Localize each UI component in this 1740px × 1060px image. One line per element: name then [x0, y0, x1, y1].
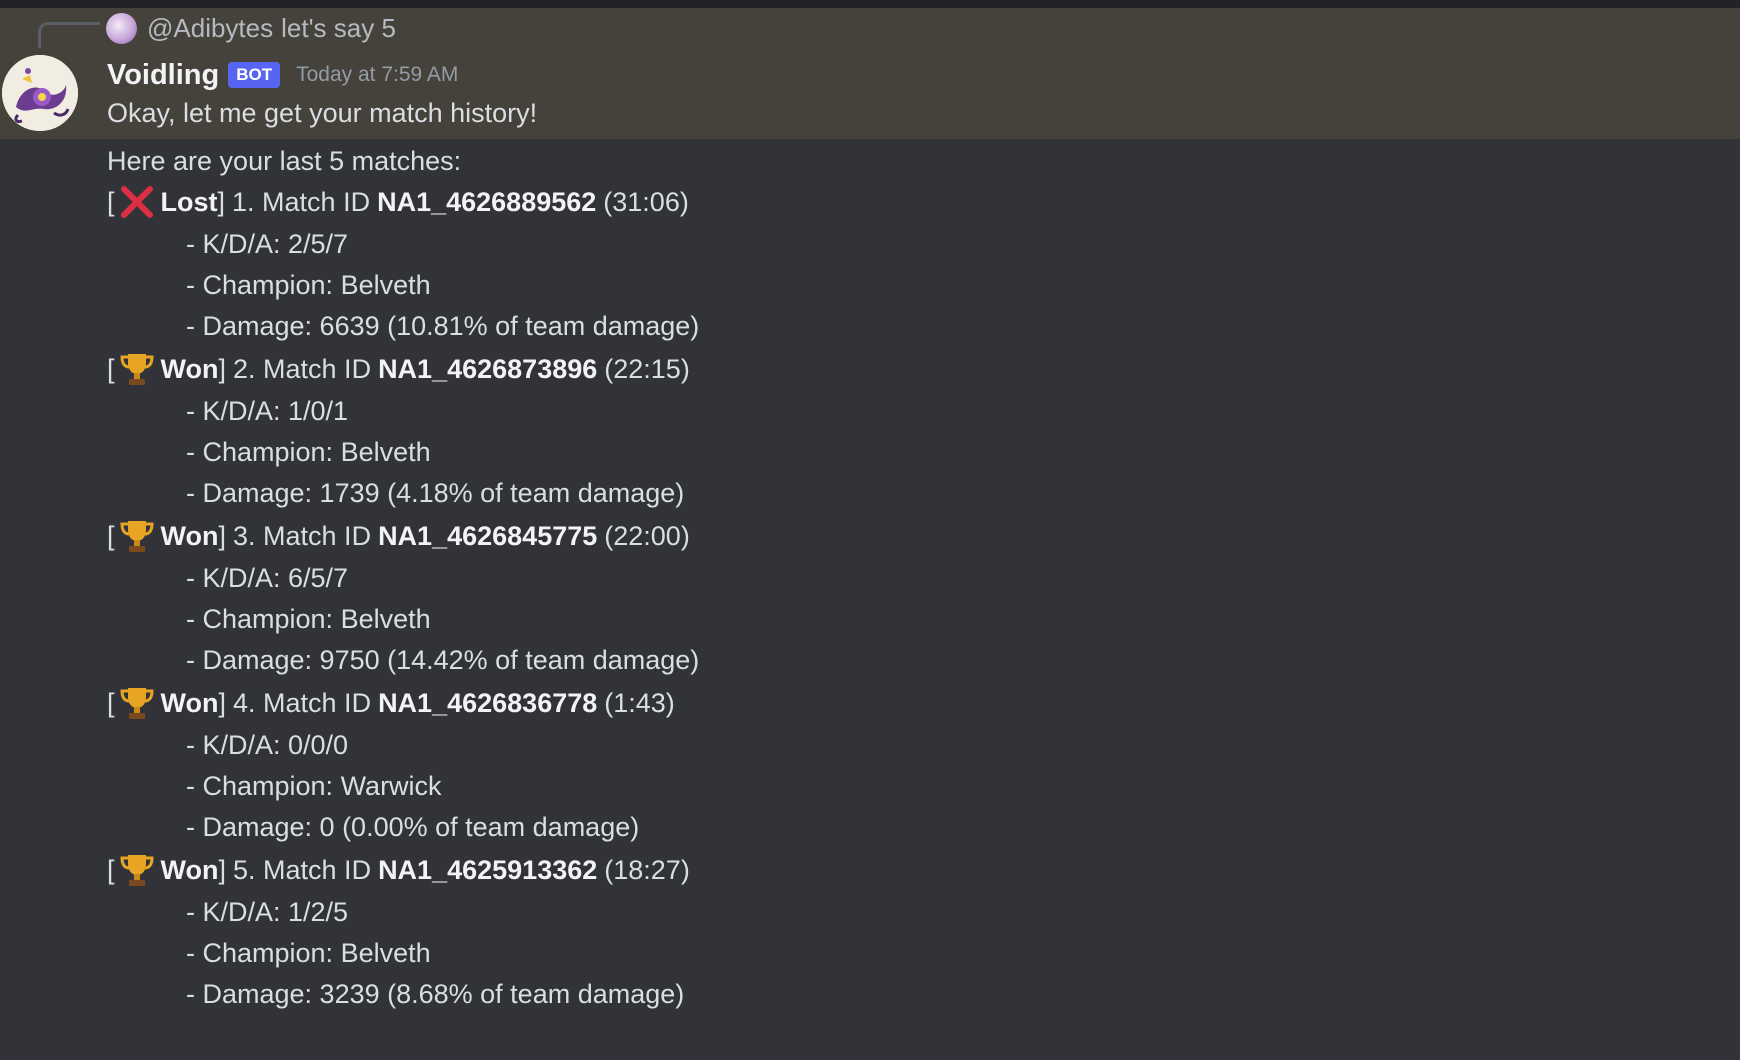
- match-item: [ Won] 3. Match ID NA1_4626845775 (22:00) - K…: [107, 514, 1707, 681]
- match-result: Won: [160, 688, 219, 718]
- match-damage: - Damage: 1739 (4.18% of team damage): [186, 478, 685, 508]
- match-duration: (31:06): [603, 187, 689, 217]
- match-duration: (22:00): [604, 521, 690, 551]
- match-id: NA1_4626836778: [378, 688, 598, 718]
- match-id: NA1_4625913362: [378, 855, 598, 885]
- match-label: 5. Match ID: [233, 855, 372, 885]
- match-result: Won: [160, 855, 219, 885]
- match-champion: - Champion: Belveth: [186, 270, 431, 300]
- match-damage: - Damage: 6639 (10.81% of team damage): [186, 311, 700, 341]
- bot-badge: BOT: [228, 62, 281, 88]
- trophy-icon[interactable]: [117, 516, 157, 556]
- match-label: 1. Match ID: [232, 187, 371, 217]
- match-duration: (22:15): [604, 354, 690, 384]
- match-result: Won: [160, 521, 219, 551]
- top-divider: [0, 0, 1740, 8]
- match-champion: - Champion: Belveth: [186, 437, 431, 467]
- trophy-icon[interactable]: [117, 683, 157, 723]
- match-header: [ Won] 4. Match ID NA1_4626836778 (1:43): [107, 681, 1707, 725]
- bracket-close: ]: [218, 521, 227, 551]
- match-kda: - K/D/A: 1/2/5: [186, 897, 349, 927]
- bracket-open: [: [107, 187, 115, 217]
- match-header: [ Won] 3. Match ID NA1_4626845775 (22:00): [107, 514, 1707, 558]
- match-item: [ Won] 2. Match ID NA1_4626873896 (22:15) - K…: [107, 347, 1707, 514]
- match-champion: - Champion: Belveth: [186, 604, 431, 634]
- match-kda: - K/D/A: 6/5/7: [186, 563, 349, 593]
- reply-avatar[interactable]: [106, 12, 137, 44]
- match-label: 3. Match ID: [233, 521, 372, 551]
- reply-author[interactable]: @Adibytes: [147, 13, 273, 44]
- timestamp[interactable]: Today at 7:59 AM: [296, 63, 458, 87]
- trophy-icon[interactable]: [117, 850, 157, 890]
- match-list: [Lost] 1. Match ID NA1_4626889562 (31:06) - …: [107, 180, 1707, 1015]
- bracket-close: ]: [218, 855, 227, 885]
- match-id: NA1_4626889562: [377, 187, 597, 217]
- match-champion: - Champion: Belveth: [186, 938, 431, 968]
- avatar[interactable]: [2, 55, 78, 131]
- bracket-open: [: [107, 688, 115, 718]
- match-damage: - Damage: 3239 (8.68% of team damage): [186, 979, 685, 1009]
- match-damage: - Damage: 9750 (14.42% of team damage): [186, 645, 700, 675]
- match-id: NA1_4626873896: [378, 354, 598, 384]
- trophy-icon[interactable]: [117, 349, 157, 389]
- cross-mark-icon[interactable]: [117, 182, 157, 222]
- reply-text[interactable]: let's say 5: [281, 13, 396, 44]
- match-id: NA1_4626845775: [378, 521, 598, 551]
- match-duration: (1:43): [604, 688, 675, 718]
- match-header: [ Lost] 1. Match ID NA1_4626889562 (31:06): [107, 180, 1707, 224]
- match-label: 2. Match ID: [233, 354, 372, 384]
- username[interactable]: Voidling: [107, 59, 219, 92]
- match-damage: - Damage: 0 (0.00% of team damage): [186, 812, 640, 842]
- bracket-open: [: [107, 521, 115, 551]
- message-content: Okay, let me get your match history! Her…: [107, 94, 1707, 1015]
- match-item: [ Lost] 1. Match ID NA1_4626889562 (31:06) - …: [107, 180, 1707, 347]
- reply-spine: [38, 22, 100, 48]
- bracket-close: ]: [218, 354, 227, 384]
- bracket-open: [: [107, 855, 115, 885]
- bracket-close: ]: [218, 688, 227, 718]
- summary-line: Here are your last 5 matches:: [107, 146, 462, 176]
- match-kda: - K/D/A: 1/0/1: [186, 396, 349, 426]
- bracket-open: [: [107, 354, 115, 384]
- intro-line: Okay, let me get your match history!: [107, 98, 538, 128]
- match-item: [ Won] 4. Match ID NA1_4626836778 (1:43) - K/…: [107, 681, 1707, 848]
- match-header: [ Won] 5. Match ID NA1_4625913362 (18:27): [107, 848, 1707, 892]
- match-result: Won: [160, 354, 219, 384]
- message-header: Voidling BOT Today at 7:59 AM: [107, 54, 458, 96]
- match-kda: - K/D/A: 0/0/0: [186, 730, 349, 760]
- bracket-close: ]: [217, 187, 226, 217]
- match-result: Lost: [160, 187, 218, 217]
- voidling-avatar-icon: [2, 55, 78, 131]
- match-duration: (18:27): [604, 855, 690, 885]
- match-label: 4. Match ID: [233, 688, 372, 718]
- match-champion: - Champion: Warwick: [186, 771, 442, 801]
- match-header: [ Won] 2. Match ID NA1_4626873896 (22:15): [107, 347, 1707, 391]
- match-kda: - K/D/A: 2/5/7: [186, 229, 349, 259]
- match-item: [ Won] 5. Match ID NA1_4625913362 (18:27) - K…: [107, 848, 1707, 1015]
- reply-preview[interactable]: @Adibytes let's say 5: [106, 10, 396, 46]
